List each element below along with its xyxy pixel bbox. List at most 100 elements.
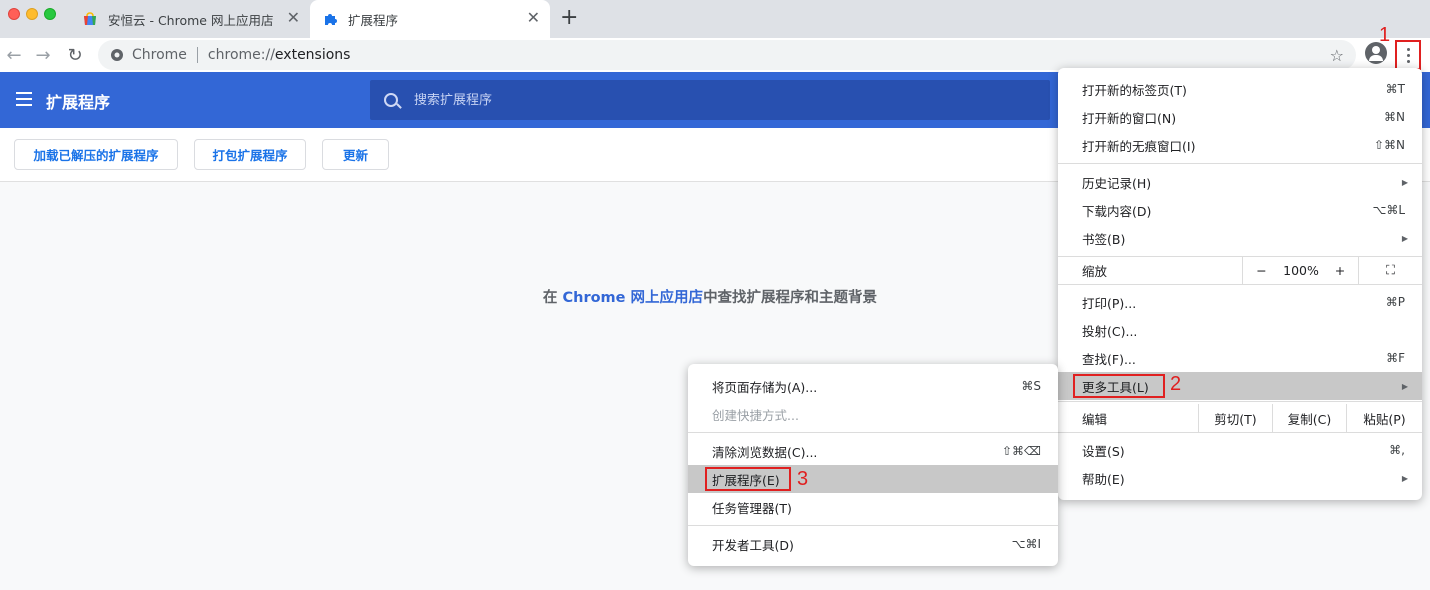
menu-help[interactable]: 帮助(E) ▶	[1058, 464, 1422, 492]
divider	[196, 47, 198, 63]
zoom-window-button[interactable]	[44, 8, 56, 20]
separator	[1058, 163, 1422, 164]
shortcut: ⇧⌘N	[1373, 138, 1405, 152]
separator	[688, 525, 1058, 526]
menu-label: 开发者工具(D)	[712, 537, 794, 553]
separator	[688, 432, 1058, 433]
search-input[interactable]	[414, 92, 1014, 108]
separator	[1058, 284, 1422, 285]
back-icon[interactable]: ←	[2, 43, 26, 67]
webstore-icon	[82, 11, 98, 27]
site-label: Chrome	[132, 47, 187, 63]
menu-history[interactable]: 历史记录(H) ▶	[1058, 168, 1422, 196]
url-scheme: chrome://	[207, 47, 275, 63]
new-tab-button[interactable]: +	[560, 6, 578, 30]
more-tools-submenu: 将页面存储为(A)... ⌘S 创建快捷方式... 清除浏览数据(C)... ⇧…	[688, 364, 1058, 566]
menu-dev-tools[interactable]: 开发者工具(D) ⌥⌘I	[688, 530, 1058, 558]
menu-zoom: 缩放 − 100% + ⛶	[1058, 256, 1422, 284]
reload-icon[interactable]: ↻	[63, 43, 87, 67]
annotation-2: 2	[1170, 373, 1182, 395]
submenu-arrow-icon: ▶	[1401, 233, 1408, 243]
menu-print[interactable]: 打印(P)... ⌘P	[1058, 288, 1422, 316]
menu-label: 编辑	[1082, 411, 1108, 427]
menu-label: 缩放	[1082, 263, 1108, 279]
shortcut: ⇧⌘⌫	[1001, 444, 1041, 458]
menu-new-incognito[interactable]: 打开新的无痕窗口(I) ⇧⌘N	[1058, 131, 1422, 159]
menu-create-shortcut: 创建快捷方式...	[688, 400, 1058, 428]
menu-settings[interactable]: 设置(S) ⌘,	[1058, 436, 1422, 464]
shortcut: ⌥⌘I	[1011, 537, 1041, 551]
tab-extensions[interactable]: 扩展程序 ✕	[310, 0, 550, 38]
url-host: extensions	[274, 47, 351, 63]
menu-new-tab[interactable]: 打开新的标签页(T) ⌘T	[1058, 75, 1422, 103]
update-button[interactable]: 更新	[322, 139, 389, 170]
menu-label: 将页面存储为(A)...	[712, 379, 818, 395]
pack-extension-button[interactable]: 打包扩展程序	[194, 139, 306, 170]
highlight-box-extensions	[705, 467, 791, 491]
shortcut: ⌘,	[1389, 443, 1405, 457]
menu-label: 创建快捷方式...	[712, 407, 799, 423]
shortcut: ⌘N	[1384, 110, 1405, 124]
copy-button[interactable]: 复制(C)	[1272, 404, 1346, 432]
submenu-arrow-icon: ▶	[1401, 473, 1408, 483]
menu-clear-data[interactable]: 清除浏览数据(C)... ⇧⌘⌫	[688, 437, 1058, 465]
menu-label: 打开新的标签页(T)	[1082, 82, 1187, 98]
shortcut: ⌘F	[1386, 351, 1405, 365]
menu-label: 投射(C)...	[1082, 323, 1138, 339]
puzzle-icon	[322, 11, 338, 27]
webstore-link[interactable]: Chrome 网上应用店	[562, 290, 703, 306]
address-bar[interactable]: Chrome chrome://extensions ☆	[98, 40, 1356, 70]
menu-label: 清除浏览数据(C)...	[712, 444, 818, 460]
menu-label: 任务管理器(T)	[712, 500, 792, 516]
menu-task-manager[interactable]: 任务管理器(T)	[688, 493, 1058, 521]
menu-bookmarks[interactable]: 书签(B) ▶	[1058, 224, 1422, 252]
menu-label: 打开新的窗口(N)	[1082, 110, 1177, 126]
menu-edit: 编辑 剪切(T) 复制(C) 粘贴(P)	[1058, 404, 1422, 432]
close-tab-icon[interactable]: ✕	[287, 10, 300, 26]
chrome-main-menu: 打开新的标签页(T) ⌘T 打开新的窗口(N) ⌘N 打开新的无痕窗口(I) ⇧…	[1058, 68, 1422, 500]
shortcut: ⌥⌘L	[1372, 203, 1405, 217]
zoom-in-button[interactable]: +	[1322, 256, 1358, 284]
menu-cast[interactable]: 投射(C)...	[1058, 316, 1422, 344]
fullscreen-icon[interactable]: ⛶	[1358, 256, 1422, 284]
empty-suffix: 中查找扩展程序和主题背景	[703, 290, 878, 306]
menu-save-page[interactable]: 将页面存储为(A)... ⌘S	[688, 372, 1058, 400]
tab-title: 安恒云 - Chrome 网上应用店	[108, 12, 274, 28]
zoom-level: 100%	[1283, 262, 1319, 278]
load-unpacked-button[interactable]: 加载已解压的扩展程序	[14, 139, 178, 170]
menu-downloads[interactable]: 下载内容(D) ⌥⌘L	[1058, 196, 1422, 224]
close-tab-icon[interactable]: ✕	[527, 10, 540, 26]
more-menu-button[interactable]	[1395, 40, 1421, 70]
annotation-3: 3	[797, 468, 809, 490]
menu-label: 历史记录(H)	[1082, 175, 1152, 191]
highlight-box-more-tools	[1073, 374, 1165, 398]
menu-find[interactable]: 查找(F)... ⌘F	[1058, 344, 1422, 372]
shortcut: ⌘S	[1021, 379, 1041, 393]
empty-prefix: 在	[542, 290, 563, 306]
chrome-icon	[111, 49, 123, 61]
submenu-arrow-icon: ▶	[1401, 381, 1408, 391]
menu-label: 设置(S)	[1082, 443, 1125, 459]
paste-button[interactable]: 粘贴(P)	[1346, 404, 1422, 432]
menu-label: 查找(F)...	[1082, 351, 1136, 367]
close-window-button[interactable]	[8, 8, 20, 20]
shortcut: ⌘P	[1385, 295, 1405, 309]
search-icon	[384, 93, 398, 107]
tab-title: 扩展程序	[348, 12, 399, 28]
separator	[1058, 432, 1422, 433]
submenu-arrow-icon: ▶	[1401, 177, 1408, 187]
cut-button[interactable]: 剪切(T)	[1198, 404, 1272, 432]
menu-new-window[interactable]: 打开新的窗口(N) ⌘N	[1058, 103, 1422, 131]
menu-icon[interactable]	[16, 92, 32, 106]
menu-label: 下载内容(D)	[1082, 203, 1152, 219]
forward-icon[interactable]: →	[31, 43, 55, 67]
tab-strip: 安恒云 - Chrome 网上应用店 ✕ 扩展程序 ✕ +	[0, 0, 1430, 38]
search-box[interactable]	[370, 80, 1050, 120]
menu-label: 打印(P)...	[1082, 295, 1137, 311]
menu-label: 书签(B)	[1082, 231, 1126, 247]
minimize-window-button[interactable]	[26, 8, 38, 20]
tab-webstore[interactable]: 安恒云 - Chrome 网上应用店 ✕	[70, 0, 310, 38]
menu-label: 帮助(E)	[1082, 471, 1125, 487]
zoom-out-button[interactable]: −	[1242, 256, 1280, 284]
star-icon[interactable]: ☆	[1330, 46, 1344, 65]
